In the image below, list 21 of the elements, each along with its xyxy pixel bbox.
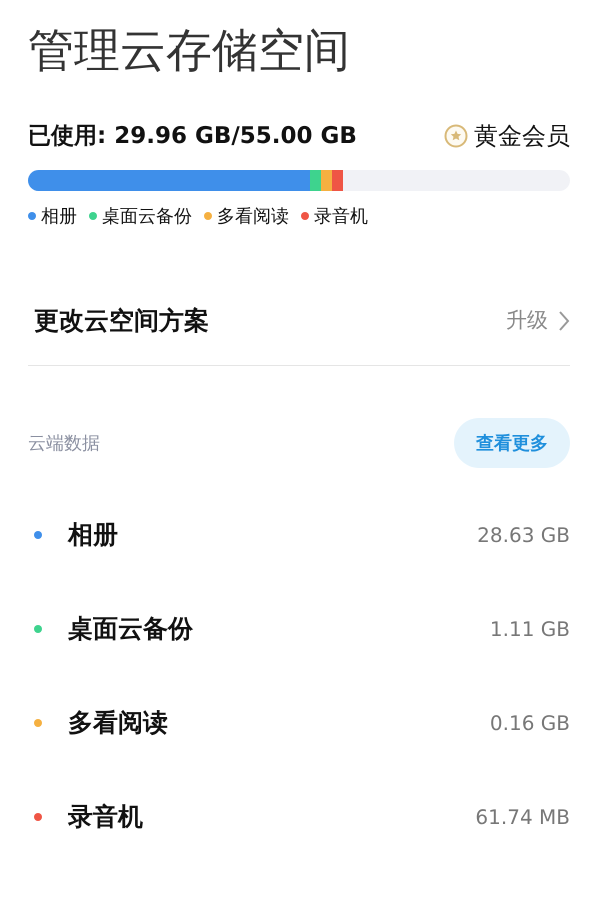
page-title: 管理云存储空间 — [28, 22, 351, 79]
section-heading: 云端数据 — [28, 432, 100, 456]
legend-label: 相册 — [41, 204, 77, 228]
category-size: 61.74 MB — [475, 804, 570, 831]
category-size: 28.63 GB — [477, 522, 570, 549]
plan-row[interactable]: 更改云空间方案 升级 — [28, 281, 570, 361]
category-name: 相册 — [68, 519, 118, 552]
upgrade-label: 升级 — [506, 307, 548, 334]
membership-label: 黄金会员 — [474, 121, 570, 152]
category-name: 桌面云备份 — [68, 613, 193, 646]
category-name: 录音机 — [68, 801, 143, 834]
legend-label: 录音机 — [314, 204, 368, 228]
chevron-right-icon — [558, 310, 570, 332]
category-size: 1.11 GB — [490, 616, 570, 643]
legend-label: 多看阅读 — [217, 204, 289, 228]
plan-label: 更改云空间方案 — [33, 305, 209, 338]
usage-text: 已使用: 29.96 GB/55.00 GB — [28, 122, 357, 151]
category-size: 0.16 GB — [490, 710, 570, 737]
category-name: 多看阅读 — [68, 707, 168, 740]
legend-label: 桌面云备份 — [102, 204, 192, 228]
star-badge-icon — [444, 124, 468, 148]
